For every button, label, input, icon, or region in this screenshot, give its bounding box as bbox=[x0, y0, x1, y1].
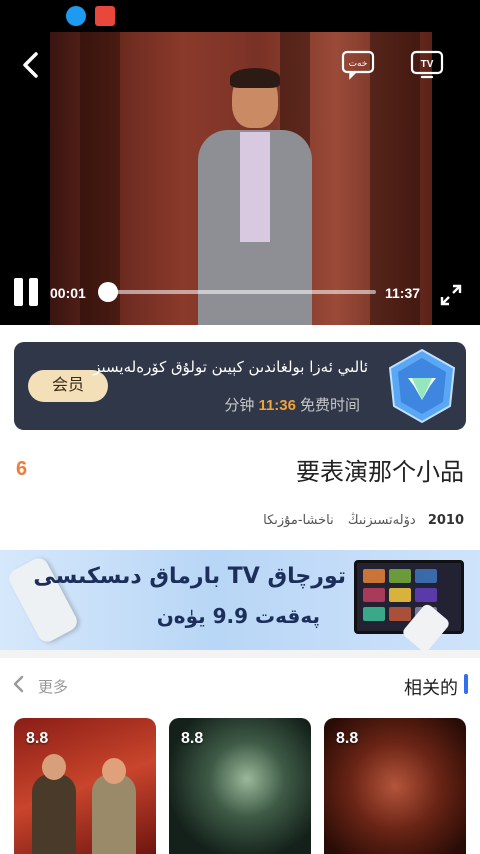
tv-cast-icon[interactable]: TV bbox=[410, 50, 444, 80]
video-tag: ناخشا-مۇزىكا bbox=[263, 513, 334, 528]
fullscreen-icon[interactable] bbox=[440, 284, 462, 306]
video-title: 要表演那个小品 bbox=[296, 459, 464, 486]
subtitle-icon[interactable]: خەت bbox=[340, 50, 376, 80]
seek-bar[interactable] bbox=[108, 290, 376, 294]
total-time: 11:37 bbox=[385, 285, 421, 301]
seek-handle[interactable] bbox=[98, 282, 118, 302]
stage-curtain bbox=[80, 32, 120, 325]
pause-icon[interactable] bbox=[14, 278, 40, 306]
vip-banner[interactable]: 会员 ئالىي ئەزا بولغاندىن كېيىن تولۇق كۆرە… bbox=[14, 342, 466, 430]
download-notification-icon bbox=[66, 6, 86, 26]
app-notification-icon bbox=[95, 6, 115, 26]
related-video-card[interactable]: 8.8 bbox=[14, 718, 156, 854]
related-section-title: 相关的 bbox=[404, 678, 458, 698]
video-year: 2010 bbox=[427, 513, 464, 528]
related-video-card[interactable]: 8.8 bbox=[324, 718, 466, 854]
free-time-label: 免费时间 bbox=[299, 397, 360, 414]
ad-price: پەقەت 9.9 يۈەن bbox=[156, 604, 320, 628]
section-accent-bar bbox=[464, 674, 468, 694]
ad-banner[interactable]: تورچاق TV بارماق دىسكىسى پەقەت 9.9 يۈەن bbox=[0, 550, 480, 650]
free-time-value: 11:36 bbox=[258, 397, 296, 414]
tv-icon-text: TV bbox=[421, 59, 434, 70]
more-link[interactable]: 更多 bbox=[38, 676, 68, 697]
free-time-unit: 分钟 bbox=[224, 397, 255, 414]
current-time: 00:01 bbox=[50, 285, 86, 301]
video-tag: دۆلەتسىزنىڭ bbox=[347, 513, 416, 528]
video-rating: 6 bbox=[16, 458, 28, 480]
card-score: 8.8 bbox=[26, 730, 49, 747]
subtitle-icon-text: خەت bbox=[349, 59, 368, 69]
card-score: 8.8 bbox=[181, 730, 204, 747]
video-meta: 2010 دۆلەتسىزنىڭ ناخشا-مۇزىكا bbox=[253, 513, 464, 528]
video-player[interactable] bbox=[0, 32, 480, 325]
free-time-info: 分钟 11:36 免费时间 bbox=[224, 394, 360, 415]
diamond-icon bbox=[388, 348, 456, 424]
vip-message: ئالىي ئەزا بولغاندىن كېيىن تولۇق كۆرەلەي… bbox=[93, 358, 368, 376]
ad-headline: تورچاق TV بارماق دىسكىسى bbox=[33, 564, 346, 589]
back-arrow-icon[interactable] bbox=[18, 50, 44, 80]
related-video-card[interactable]: 8.8 bbox=[169, 718, 311, 854]
section-divider bbox=[0, 650, 480, 658]
chevron-left-icon[interactable] bbox=[12, 675, 26, 693]
performer-figure bbox=[190, 68, 320, 325]
status-bar bbox=[0, 0, 480, 32]
card-score: 8.8 bbox=[336, 730, 359, 747]
